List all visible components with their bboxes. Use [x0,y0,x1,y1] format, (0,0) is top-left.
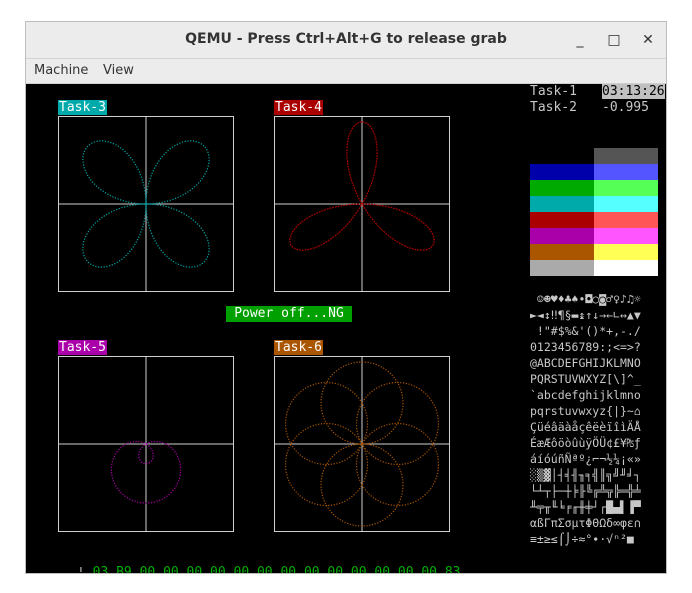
palette-swatch [530,260,594,276]
palette-swatch [530,164,594,180]
palette-swatch [594,180,658,196]
task-1-label: Task-1 [530,84,577,99]
menu-view[interactable]: View [103,63,134,78]
palette-swatch [530,212,594,228]
charset-row: !"#$%&'()*+,-./ [530,324,641,338]
palette-swatch [594,148,658,164]
palette-swatch [594,260,658,276]
hex-dump-text: 03 B9 00 00 00 00 00 00 00 00 00 00 00 0… [92,565,461,573]
palette-swatch [594,212,658,228]
close-button[interactable]: ✕ [638,30,658,50]
charset-row: ☺☻♥♦♣♠•◘○◙♂♀♪♫☼ [530,292,641,306]
task-6-label: Task-6 [274,340,323,355]
task-5-plot [58,356,234,532]
charset-row: ≡±≥≤⌠⌡÷≈°∙·√ⁿ²■ [530,532,641,546]
charset-row: PQRSTUVWXYZ[\]^_ [530,372,641,386]
task-1-clock: 03:13:26 [602,84,665,99]
charset-row: `abcdefghijklmno [530,388,641,402]
palette-swatch [594,244,658,260]
palette-swatch [530,180,594,196]
power-off-status-banner: Power off...NG [226,306,352,322]
palette-swatch [530,148,594,164]
maximize-button[interactable]: □ [604,30,624,50]
palette-swatch [594,196,658,212]
guest-screen[interactable]: Task-3 Task-4 Task-5 Task-6 Power off...… [26,84,666,573]
qemu-window: QEMU - Press Ctrl+Alt+G to release grab … [26,22,666,573]
task-3-label: Task-3 [58,100,107,115]
palette-swatch [530,228,594,244]
menu-machine[interactable]: Machine [34,63,88,78]
minimize-button[interactable]: _ [570,30,590,50]
charset-row: └┴┬├─┼╞╟╚╔╩╦╠═╬╧ [530,484,641,498]
task-2-label: Task-2 [530,100,577,115]
palette-swatch [530,196,594,212]
cursor-glyph: ¦ [76,565,85,573]
charset-row: ╨╤╥╙╘╒╓╫╪┘┌█▄▌▐▀ [530,500,641,514]
task-5-label: Task-5 [58,340,107,355]
charset-row: αßΓπΣσµτΦΘΩδ∞φε∩ [530,516,641,530]
palette-swatch [594,228,658,244]
task-2-value: -0.995 [602,100,649,115]
charset-row: áíóúñÑªº¿⌐¬½¼¡«» [530,452,641,466]
charset-row: @ABCDEFGHIJKLMNO [530,356,641,370]
task-6-curve [275,357,449,531]
task-6-plot [274,356,450,532]
color-palette [530,148,658,276]
charset-row: ░▒▓│┤╡╢╖╕╣║╗╝╜╛┐ [530,468,641,482]
title-bar[interactable]: QEMU - Press Ctrl+Alt+G to release grab … [26,22,666,59]
menu-bar: Machine View [26,59,666,84]
task-4-plot [274,116,450,292]
charset-row: ►◄↕‼¶§▬↨↑↓→←∟↔▲▼ [530,308,641,322]
task-3-curve [59,117,233,291]
task-3-plot [58,116,234,292]
character-set-table: ☺☻♥♦♣♠•◘○◙♂♀♪♫☼ ►◄↕‼¶§▬↨↑↓→←∟↔▲▼ !"#$%&'(… [530,291,662,547]
charset-row: ÉæÆôöòûùÿÖÜ¢£¥₧ƒ [530,436,641,450]
charset-row: 0123456789:;<=>? [530,340,641,354]
palette-swatch [530,244,594,260]
charset-row: pqrstuvwxyz{|}~⌂ [530,404,641,418]
task-4-label: Task-4 [274,100,323,115]
task-5-curve [59,357,233,531]
task-4-curve [275,117,449,291]
charset-row: ÇüéâäàåçêëèïîìÄÅ [530,420,641,434]
hex-dump-line: ¦ 03 B9 00 00 00 00 00 00 00 00 00 00 00… [30,550,461,573]
palette-swatch [594,164,658,180]
